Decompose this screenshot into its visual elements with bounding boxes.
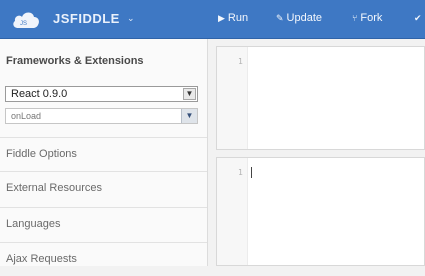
fork-button[interactable]: ⑂ Fork	[352, 12, 382, 24]
sidebar-item-label: Ajax Requests	[6, 253, 77, 265]
chevron-down-icon: ▼	[181, 109, 197, 123]
framework-select[interactable]: React 0.9.0 ▼	[5, 86, 198, 102]
fork-label: Fork	[360, 12, 383, 24]
frameworks-title[interactable]: Frameworks & Extensions	[6, 55, 144, 67]
fork-icon: ⑂	[352, 13, 358, 23]
chevron-down-icon[interactable]: ⌄	[127, 13, 135, 24]
text-cursor	[251, 167, 252, 178]
logo[interactable]: JS JSFIDDLE ⌄	[0, 0, 208, 38]
cloud-logo-icon: JS	[13, 12, 39, 28]
chevron-down-icon: ▼	[183, 88, 196, 100]
framework-select-value: React 0.9.0	[11, 88, 68, 100]
sidebar-item-label: Fiddle Options	[6, 148, 77, 160]
play-icon: ▶	[218, 13, 225, 23]
line-number: 1	[238, 168, 243, 177]
sidebar-item-label: Languages	[6, 218, 61, 230]
check-icon: ✔	[414, 13, 422, 23]
svg-text:JS: JS	[20, 21, 27, 27]
line-number: 1	[238, 57, 243, 66]
line-gutter	[217, 158, 248, 265]
sidebar-item-languages[interactable]: Languages	[0, 207, 207, 241]
js-editor[interactable]: 1	[216, 157, 425, 266]
html-editor[interactable]: 1	[216, 46, 425, 150]
logo-text: JSFIDDLE	[53, 11, 120, 26]
sidebar-item-fiddle-options[interactable]: Fiddle Options	[0, 137, 207, 171]
load-type-select[interactable]: onLoad ▼	[5, 108, 198, 124]
pencil-icon: ✎	[276, 13, 284, 23]
run-label: Run	[227, 12, 249, 24]
check-button[interactable]: ✔	[414, 12, 425, 24]
sidebar: Frameworks & Extensions React 0.9.0 ▼ on…	[0, 39, 208, 266]
sidebar-item-external-resources[interactable]: External Resources	[0, 171, 207, 205]
sidebar-item-ajax-requests[interactable]: Ajax Requests	[0, 242, 207, 276]
top-bar: JS JSFIDDLE ⌄ ▶ Run ✎ Update ⑂ Fork ✔	[0, 0, 425, 39]
load-type-select-value: onLoad	[11, 111, 42, 121]
sidebar-item-label: External Resources	[6, 182, 102, 194]
update-label: Update	[286, 12, 323, 24]
run-button[interactable]: ▶ Run	[218, 12, 248, 24]
line-gutter	[217, 47, 248, 149]
update-button[interactable]: ✎ Update	[276, 12, 322, 24]
